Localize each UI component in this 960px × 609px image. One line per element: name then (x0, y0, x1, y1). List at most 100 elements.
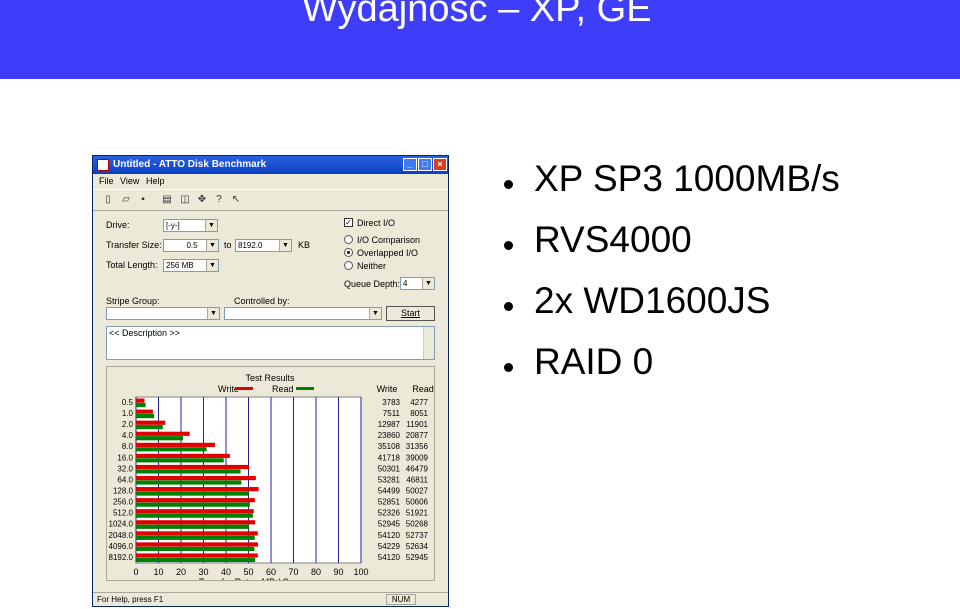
description-text: << Description >> (109, 328, 181, 338)
read-bar (136, 513, 253, 518)
category-label: 128.0 (113, 487, 134, 496)
write-bar (136, 409, 153, 414)
to-label: to (224, 240, 232, 250)
help-icon[interactable]: ? (212, 193, 226, 207)
save-icon[interactable]: ▪ (136, 193, 150, 207)
legend-read-swatch (296, 387, 314, 390)
category-label: 8.0 (122, 442, 134, 451)
category-label: 512.0 (113, 509, 134, 518)
transfer-size-from-select[interactable]: 0.5 ▼ (163, 239, 219, 252)
write-bar (136, 531, 258, 536)
x-tick-label: 50 (243, 567, 253, 577)
minimize-button[interactable]: _ (403, 158, 417, 171)
menu-bar: File View Help (93, 174, 448, 188)
print-icon[interactable]: ▤ (160, 193, 174, 207)
read-bar (136, 413, 155, 419)
direct-io-checkbox[interactable]: ✓ (344, 218, 353, 227)
slide-header: Wydajność – XP, GE (0, 0, 960, 79)
bullet-item: RVS4000 (500, 215, 840, 276)
description-scrollbar[interactable] (423, 327, 434, 359)
controlled-by-select[interactable]: ▼ (224, 307, 382, 320)
test-results-panel: Test Results Write Read Write Read 0 10 20 30 40 5… (106, 366, 435, 587)
print-preview-icon[interactable]: ◫ (178, 193, 192, 207)
write-bar (136, 420, 166, 425)
io-comparison-label: I/O Comparison (357, 235, 421, 245)
io-comparison-radio[interactable] (344, 235, 353, 244)
maximize-button[interactable]: □ (418, 158, 432, 171)
read-column-header: Read (412, 384, 434, 394)
transfer-size-to-select[interactable]: 8192.0 ▼ (235, 239, 292, 252)
new-icon[interactable]: ▯ (101, 193, 115, 207)
write-value: 54499 (378, 487, 401, 496)
x-tick-label: 90 (333, 567, 343, 577)
read-bar (136, 447, 207, 452)
category-label: 256.0 (113, 498, 134, 507)
chevron-down-icon: ▼ (369, 308, 381, 319)
drive-select[interactable]: [-y-] ▼ (163, 219, 218, 232)
x-tick-label: 70 (288, 567, 298, 577)
write-value: 23860 (378, 431, 401, 440)
kb-label: KB (298, 240, 311, 250)
write-bar (136, 553, 258, 558)
category-label: 4.0 (122, 431, 134, 440)
write-bar (136, 509, 254, 514)
total-length-select[interactable]: 256 MB ▼ (163, 259, 219, 272)
write-value: 7511 (383, 409, 401, 418)
category-label: 1.0 (122, 409, 134, 418)
move-icon[interactable]: ✥ (195, 193, 209, 207)
stripe-group-label: Stripe Group: (106, 296, 160, 306)
direct-io-label: Direct I/O (357, 218, 396, 228)
write-bar (136, 431, 190, 436)
stripe-group-select[interactable]: ▼ (106, 307, 220, 320)
read-value: 50268 (406, 520, 429, 529)
legend-write-swatch (235, 387, 253, 390)
description-box[interactable]: << Description >> (106, 326, 435, 360)
open-icon[interactable]: ▱ (119, 193, 133, 207)
status-bar: For Help, press F1 NUM (93, 592, 448, 606)
chevron-down-icon: ▼ (205, 220, 217, 231)
x-tick-label: 20 (176, 567, 186, 577)
num-lock-indicator: NUM (386, 594, 416, 605)
x-tick-label: 40 (221, 567, 231, 577)
bullet-list: XP SP3 1000MB/s RVS4000 2x WD1600JS RAID… (500, 154, 840, 398)
menu-view[interactable]: View (120, 176, 139, 186)
window-title: Untitled - ATTO Disk Benchmark (113, 159, 267, 170)
read-value: 50606 (406, 498, 429, 507)
write-bar (136, 442, 215, 447)
bullet-dot-icon (504, 180, 513, 189)
menu-help[interactable]: Help (146, 176, 165, 186)
category-label: 8192.0 (109, 553, 134, 562)
read-value: 52945 (406, 553, 429, 562)
chart-title: Test Results (245, 373, 295, 383)
chevron-down-icon: ▼ (206, 260, 218, 271)
chevron-down-icon: ▼ (279, 240, 291, 251)
category-label: 2.0 (122, 420, 134, 429)
category-label: 0.5 (122, 398, 134, 407)
read-bar (136, 535, 255, 540)
write-bar (136, 520, 256, 525)
start-button[interactable]: Start (386, 306, 435, 321)
context-help-icon[interactable]: ↖ (229, 193, 243, 207)
close-button[interactable]: × (433, 158, 447, 171)
neither-radio[interactable] (344, 261, 353, 270)
write-value: 52851 (378, 498, 401, 507)
x-tick-label: 100 (353, 567, 368, 577)
read-bar (136, 502, 250, 507)
write-value: 52945 (378, 520, 401, 529)
drive-label: Drive: (106, 220, 130, 230)
bullet-dot-icon (504, 241, 513, 250)
write-bar (136, 453, 230, 459)
read-value: 11901 (406, 420, 428, 429)
status-text: For Help, press F1 (97, 595, 164, 604)
queue-depth-select[interactable]: 4 ▼ (400, 277, 435, 290)
read-value: 46811 (406, 475, 428, 484)
window-titlebar[interactable]: Untitled - ATTO Disk Benchmark _ □ × (93, 156, 448, 174)
read-bar (136, 546, 255, 551)
slide-title: Wydajność – XP, GE (302, 0, 652, 30)
x-tick-label: 0 (133, 567, 138, 577)
atto-window: Untitled - ATTO Disk Benchmark _ □ × Fil… (92, 155, 449, 607)
read-bar (136, 480, 242, 485)
bullet-dot-icon (504, 302, 513, 311)
menu-file[interactable]: File (99, 176, 114, 186)
overlapped-io-radio[interactable] (344, 248, 353, 257)
